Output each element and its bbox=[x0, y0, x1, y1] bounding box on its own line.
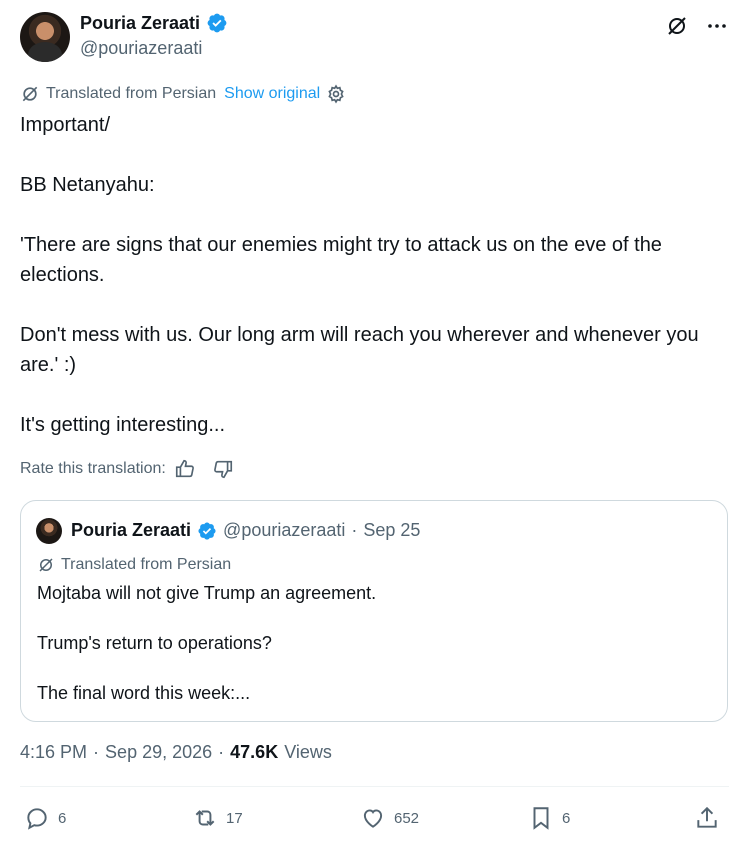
like-count: 652 bbox=[394, 809, 420, 827]
views-count: 47.6K bbox=[230, 742, 279, 762]
show-original-link[interactable]: Show original bbox=[224, 85, 320, 103]
quote-author-name: Pouria Zeraati bbox=[71, 520, 192, 540]
rate-translation-label: Rate this translation: bbox=[20, 460, 166, 477]
quote-translation-notice-row: Translated from Persian bbox=[37, 556, 231, 574]
share-icon bbox=[697, 806, 717, 828]
bookmark-button[interactable]: 6 bbox=[528, 800, 570, 836]
tweet-time[interactable]: 4:16 PM bbox=[20, 742, 87, 763]
translation-notice-row: Translated from Persian Show original bbox=[20, 84, 346, 104]
quote-date: Sep 25 bbox=[363, 520, 421, 540]
views-label: Views bbox=[284, 742, 332, 762]
meta-separator-2: · bbox=[218, 742, 225, 762]
top-actions bbox=[665, 14, 729, 38]
quote-text: Mojtaba will not give Trump an agreement… bbox=[37, 583, 377, 703]
quote-author-avatar bbox=[36, 518, 62, 544]
tweet-date[interactable]: Sep 29, 2026 bbox=[105, 742, 212, 763]
quote-translation-notice: Translated from Persian bbox=[61, 556, 232, 573]
thumbs-down-icon[interactable] bbox=[212, 458, 234, 480]
author-handle[interactable]: @pouriazeraati bbox=[80, 38, 202, 59]
quote-separator: · bbox=[351, 520, 358, 540]
author-avatar[interactable] bbox=[20, 12, 70, 62]
reply-icon bbox=[27, 808, 47, 830]
rate-translation-row: Rate this translation: bbox=[20, 458, 234, 480]
quote-header: Pouria Zeraati @pouriazeraati · Sep 25 bbox=[71, 520, 420, 541]
translation-notice: Translated from Persian bbox=[46, 85, 217, 102]
meta-separator: · bbox=[93, 742, 100, 762]
heart-icon bbox=[363, 809, 383, 828]
thumbs-up-icon[interactable] bbox=[174, 458, 196, 480]
tweet-text: Important/ BB Netanyahu: 'There are sign… bbox=[20, 114, 699, 436]
author-name-row: Pouria Zeraati bbox=[80, 12, 228, 34]
share-button[interactable] bbox=[694, 800, 720, 836]
quote-author-handle: @pouriazeraati bbox=[223, 520, 346, 540]
translate-icon bbox=[22, 86, 38, 102]
reply-count: 6 bbox=[58, 809, 67, 827]
more-options-icon[interactable] bbox=[705, 14, 729, 38]
like-button[interactable]: 652 bbox=[360, 800, 419, 836]
quoted-tweet[interactable]: Pouria Zeraati @pouriazeraati · Sep 25 T… bbox=[20, 500, 728, 722]
tweet-meta-row: 4:16 PM · Sep 29, 2026 · 47.6K Views bbox=[20, 742, 332, 763]
verified-badge-icon bbox=[207, 13, 227, 33]
reply-button[interactable]: 6 bbox=[24, 800, 66, 836]
repost-button[interactable]: 17 bbox=[192, 800, 243, 836]
quote-verified-badge-icon bbox=[198, 521, 216, 540]
settings-gear-icon[interactable] bbox=[326, 84, 346, 104]
repost-icon bbox=[195, 810, 215, 826]
bookmark-icon bbox=[533, 807, 549, 830]
actions-divider bbox=[20, 786, 729, 787]
repost-count: 17 bbox=[226, 809, 243, 827]
author-display-name[interactable]: Pouria Zeraati bbox=[80, 13, 200, 34]
grok-icon[interactable] bbox=[665, 14, 689, 38]
action-bar: 6 17 652 6 bbox=[20, 800, 730, 836]
bookmark-count: 6 bbox=[562, 809, 571, 827]
quote-translate-icon bbox=[39, 558, 53, 572]
